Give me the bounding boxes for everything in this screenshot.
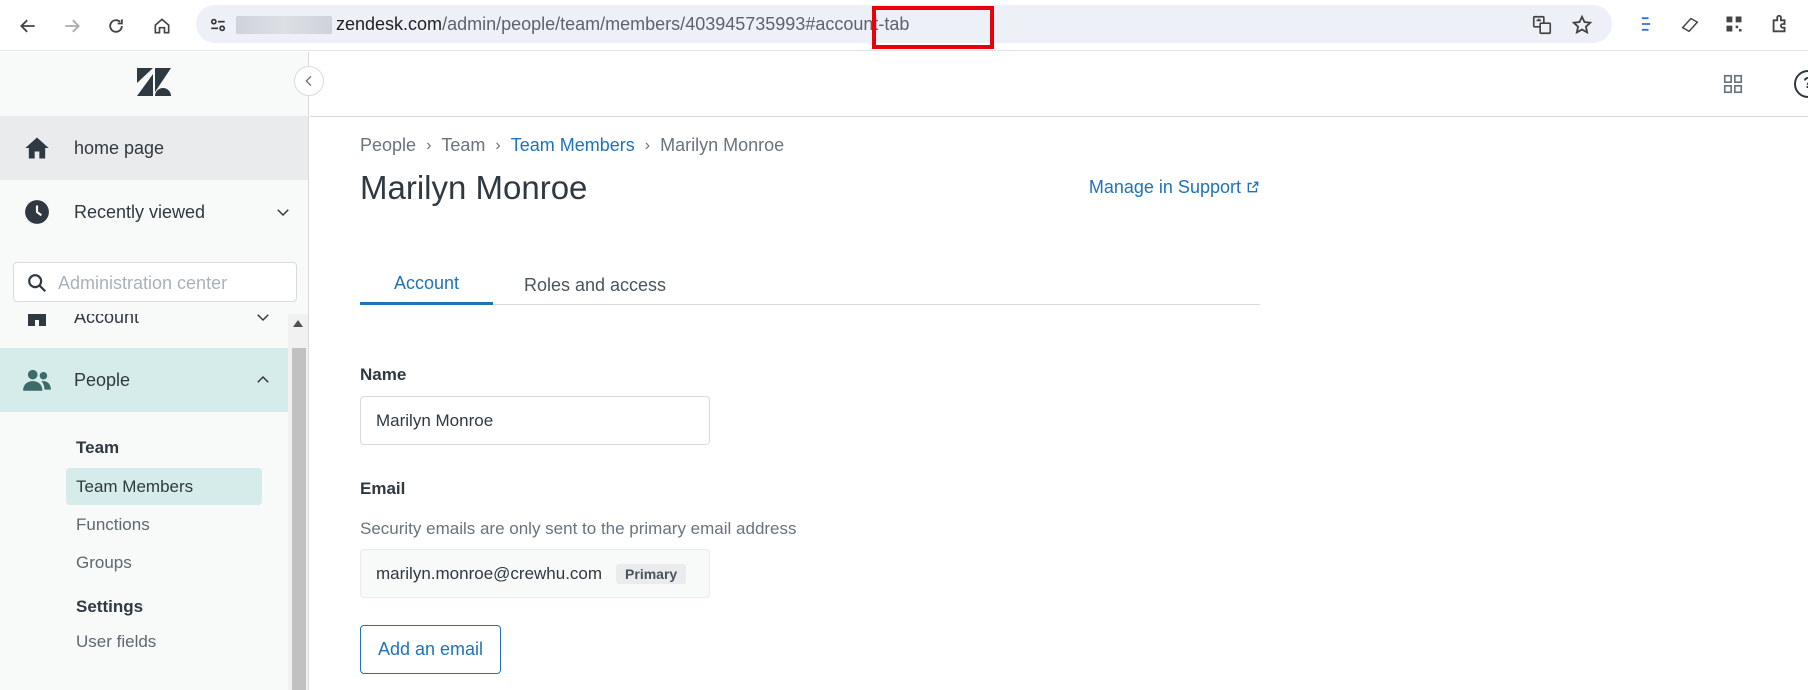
chevron-down-icon: [257, 314, 269, 322]
notes-extension-icon[interactable]: [1676, 10, 1704, 38]
main-topbar: ?: [310, 52, 1808, 117]
back-icon[interactable]: [10, 8, 46, 44]
chevron-down-icon: [277, 209, 289, 217]
search-input[interactable]: [58, 271, 288, 295]
sidebar-item-label: People: [74, 369, 131, 390]
extensions-puzzle-icon[interactable]: [1766, 10, 1794, 38]
sidebar-header: [0, 52, 308, 116]
url-text: zendesk.com/admin/people/team/members/40…: [336, 14, 910, 34]
sidebar-item-team-members[interactable]: Team Members: [66, 468, 262, 505]
breadcrumb-team[interactable]: Team: [441, 135, 485, 156]
forward-icon[interactable]: [54, 8, 90, 44]
email-value: marilyn.monroe@crewhu.com: [376, 563, 603, 583]
address-bar[interactable]: zendesk.com/admin/people/team/members/40…: [196, 5, 1612, 49]
sidebar-item-home[interactable]: home page: [0, 116, 308, 180]
sidebar-item-account[interactable]: Account: [0, 314, 288, 342]
sidebar-item-label: Recently viewed: [74, 201, 206, 222]
add-email-button[interactable]: Add an email: [360, 625, 501, 674]
house-icon: [22, 133, 52, 163]
sidebar-item-label: Account: [74, 314, 140, 327]
help-icon[interactable]: ?: [1794, 70, 1808, 98]
sidebar-scrollbar[interactable]: [288, 314, 308, 690]
chevron-right-icon: ›: [426, 136, 432, 154]
extension-icon[interactable]: [1632, 10, 1660, 38]
breadcrumb-team-members[interactable]: Team Members: [511, 135, 635, 156]
sidebar-item-groups[interactable]: Groups: [66, 544, 262, 581]
home-icon[interactable]: [144, 8, 180, 44]
manage-link-label: Manage in Support: [1088, 177, 1241, 197]
blurred-url-part: [236, 16, 332, 34]
sidebar-item-label: home page: [74, 137, 165, 158]
settings-heading: Settings: [76, 597, 144, 616]
clock-icon: [22, 197, 52, 227]
building-icon: [22, 314, 52, 332]
browser-toolbar: zendesk.com/admin/people/team/members/40…: [0, 0, 1808, 51]
chevron-left-icon: [305, 75, 312, 87]
chevron-right-icon: ›: [495, 136, 501, 154]
sidebar-item-functions[interactable]: Functions: [66, 506, 262, 543]
collapse-sidebar-button[interactable]: [294, 66, 324, 96]
email-label: Email: [360, 479, 406, 498]
products-grid-icon[interactable]: [1722, 73, 1744, 95]
scrollbar-thumb[interactable]: [292, 348, 306, 690]
external-link-icon: [1247, 181, 1259, 193]
breadcrumb-current: Marilyn Monroe: [660, 135, 785, 155]
translate-icon[interactable]: [1530, 13, 1554, 37]
tab-roles-and-access[interactable]: Roles and access: [510, 265, 680, 305]
tab-list: Account Roles and access: [360, 265, 1260, 305]
qr-code-icon[interactable]: [1720, 10, 1748, 38]
search-icon: [28, 274, 47, 293]
breadcrumb-people[interactable]: People: [360, 135, 416, 156]
people-icon: [22, 365, 52, 395]
breadcrumb: People › Team › Team Members › Marilyn M…: [360, 135, 784, 156]
zendesk-logo-icon[interactable]: [137, 68, 171, 98]
bookmark-star-icon[interactable]: [1570, 13, 1594, 37]
sidebar-item-user-fields[interactable]: User fields: [66, 623, 262, 660]
name-field[interactable]: [360, 396, 710, 445]
chevron-up-icon: [257, 375, 269, 383]
tab-account[interactable]: Account: [360, 265, 493, 305]
url-id-highlight: [872, 6, 994, 49]
sidebar-scroll-area: Account People Team Team Members Functio…: [0, 314, 309, 690]
manage-in-support-link[interactable]: Manage in Support: [1089, 177, 1260, 198]
admin-sidebar: home page Recently viewed Account People…: [0, 52, 309, 690]
reload-icon[interactable]: [98, 8, 134, 44]
scroll-up-arrow-icon[interactable]: [293, 320, 303, 327]
email-hint: Security emails are only sent to the pri…: [360, 519, 797, 538]
team-heading: Team: [76, 438, 120, 457]
page-title: Marilyn Monroe: [360, 169, 588, 206]
chevron-right-icon: ›: [644, 136, 651, 154]
sidebar-item-people[interactable]: People: [0, 348, 288, 412]
email-entry: marilyn.monroe@crewhu.com Primary: [360, 549, 710, 598]
site-info-icon[interactable]: [204, 11, 232, 39]
name-label: Name: [360, 365, 407, 384]
primary-badge: Primary: [616, 563, 687, 584]
sidebar-item-recently-viewed[interactable]: Recently viewed: [0, 180, 308, 244]
admin-search[interactable]: [13, 262, 297, 302]
